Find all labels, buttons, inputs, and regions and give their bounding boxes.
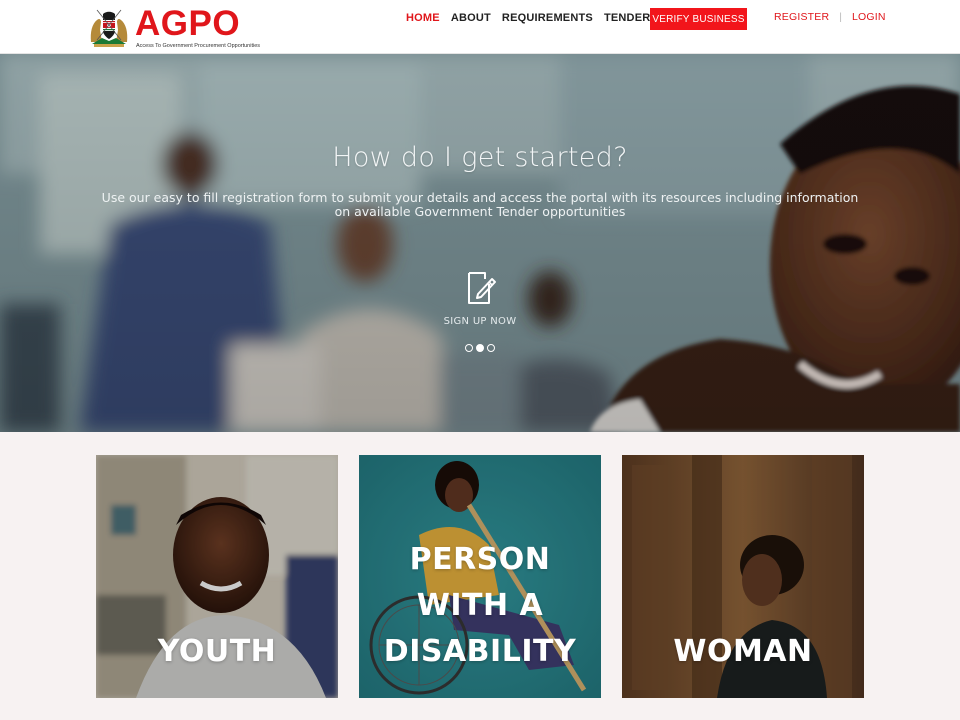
category-cards: YOUTH PERSON WITH A DISABILITY WOMAN bbox=[96, 455, 866, 698]
carousel-indicators bbox=[465, 344, 495, 352]
brand-name: AGPO bbox=[135, 4, 241, 43]
site-logo[interactable]: AGPO Access To Government Procurement Op… bbox=[88, 4, 261, 50]
category-card-disability[interactable]: PERSON WITH A DISABILITY bbox=[359, 455, 601, 698]
edit-document-icon bbox=[468, 272, 496, 304]
site-header: AGPO Access To Government Procurement Op… bbox=[0, 0, 960, 54]
category-label-youth: YOUTH bbox=[157, 634, 277, 669]
nav-home[interactable]: HOME bbox=[406, 11, 440, 25]
hero-carousel: How do I get started? Use our easy to fi… bbox=[0, 54, 960, 432]
hero-content: How do I get started? Use our easy to fi… bbox=[0, 54, 960, 432]
main-nav: HOME ABOUT REQUIREMENTS TENDERS bbox=[406, 11, 669, 25]
category-label-disability: PERSON WITH A DISABILITY bbox=[383, 542, 577, 669]
verify-business-button[interactable]: VERIFY BUSINESS bbox=[650, 8, 747, 30]
carousel-dot-3[interactable] bbox=[487, 344, 495, 352]
category-label-woman: WOMAN bbox=[673, 634, 813, 669]
category-card-woman[interactable]: WOMAN bbox=[622, 455, 864, 698]
hero-subtitle: Use our easy to fill registration form t… bbox=[101, 190, 859, 219]
hero-title: How do I get started? bbox=[332, 142, 628, 173]
category-card-youth[interactable]: YOUTH bbox=[96, 455, 338, 698]
nav-requirements[interactable]: REQUIREMENTS bbox=[502, 11, 593, 25]
register-link[interactable]: REGISTER bbox=[774, 11, 829, 23]
sign-up-label: SIGN UP NOW bbox=[443, 316, 517, 327]
auth-separator: | bbox=[839, 11, 843, 23]
coat-of-arms-icon bbox=[88, 6, 130, 48]
auth-links: REGISTER | LOGIN bbox=[774, 11, 886, 23]
login-link[interactable]: LOGIN bbox=[852, 11, 886, 23]
nav-about[interactable]: ABOUT bbox=[451, 11, 491, 25]
carousel-dot-1[interactable] bbox=[465, 344, 473, 352]
carousel-dot-2[interactable] bbox=[476, 344, 484, 352]
brand-tagline: Access To Government Procurement Opportu… bbox=[136, 43, 261, 49]
sign-up-now-button[interactable]: SIGN UP NOW bbox=[430, 270, 530, 330]
